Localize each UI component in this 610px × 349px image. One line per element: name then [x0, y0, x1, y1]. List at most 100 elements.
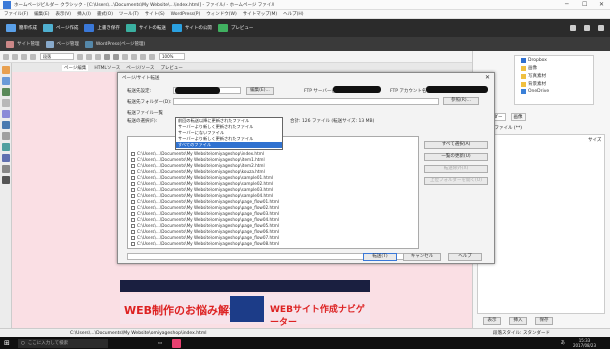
menu-file[interactable]: ファイル(F) [4, 11, 28, 17]
checkbox[interactable] [131, 193, 135, 198]
ime-indicator[interactable]: あ [560, 340, 565, 346]
checkbox[interactable] [131, 235, 135, 240]
page-create-button[interactable]: ページ作成 [43, 24, 78, 32]
paste-icon[interactable] [95, 53, 101, 60]
checkbox[interactable] [131, 151, 135, 156]
list-item[interactable]: C:\Users\...\Documents\My Website\omiyag… [131, 217, 279, 222]
table-icon[interactable] [2, 88, 10, 96]
easy-create-button[interactable]: 簡単作成 [6, 24, 37, 32]
menu-format[interactable]: 書式(O) [97, 11, 113, 17]
select-all-button[interactable]: すべて選択(A) [424, 141, 488, 149]
checkbox[interactable] [131, 223, 135, 228]
open-icon[interactable] [12, 53, 18, 60]
menu-edit[interactable]: 編集(E) [34, 11, 49, 17]
bold-icon[interactable] [104, 53, 110, 60]
tree-item[interactable]: 背景素材 [521, 81, 593, 87]
refresh-list-button[interactable]: 一覧の更新(U) [424, 153, 488, 161]
app-taskbar-icon[interactable] [172, 338, 182, 348]
tree-item[interactable]: OneDrive [521, 89, 593, 94]
menu-sitemap[interactable]: サイトマップ(M) [243, 11, 277, 17]
insert-button[interactable]: 挿入 [509, 317, 527, 325]
checkbox[interactable] [131, 229, 135, 234]
list-item[interactable]: C:\Users\...\Documents\My Website\omiyag… [131, 199, 279, 204]
minimize-button[interactable]: ─ [565, 1, 569, 8]
list-item[interactable]: C:\Users\...\Documents\My Website\omiyag… [131, 157, 265, 162]
style-select[interactable]: 段落 [40, 53, 74, 60]
redo-icon[interactable] [30, 53, 36, 60]
col-size[interactable]: サイズ [588, 137, 601, 143]
save-button[interactable]: 上書き保存 [84, 24, 120, 32]
pin-icon[interactable] [584, 25, 590, 31]
align-right-icon[interactable] [149, 53, 155, 60]
list-item[interactable]: C:\Users\...\Documents\My Website\omiyag… [131, 187, 273, 192]
clock-date[interactable]: 2017/08/23 [573, 343, 596, 348]
filter-dropdown-list[interactable]: 前回の転送以降に更新されたファイル サーバーより新しく更新されたファイル サーバ… [175, 117, 283, 150]
checkbox[interactable] [131, 217, 135, 222]
task-view-icon[interactable]: ▭ [158, 341, 162, 346]
browse-button[interactable]: 参照(R)... [443, 97, 479, 105]
maximize-button[interactable]: ☐ [582, 1, 587, 8]
windows-start-icon[interactable]: ⊞ [4, 339, 10, 347]
tree-item[interactable]: 画像 [521, 65, 593, 71]
checkbox[interactable] [131, 157, 135, 162]
checkbox[interactable] [131, 199, 135, 204]
menu-insert[interactable]: 挿入(I) [77, 11, 91, 17]
form-icon[interactable] [2, 110, 10, 118]
image-icon[interactable] [2, 77, 10, 85]
cut-icon[interactable] [77, 53, 83, 60]
tree-item[interactable]: 写真素材 [521, 73, 593, 79]
expand-icon[interactable] [598, 25, 604, 31]
tab-html-source[interactable]: HTMLソース [94, 65, 120, 71]
copy-icon[interactable] [86, 53, 92, 60]
list-item[interactable]: C:\Users\...\Documents\My Website\omiyag… [131, 223, 279, 228]
list-item[interactable]: C:\Users\...\Documents\My Website\omiyag… [131, 229, 279, 234]
list-item[interactable]: C:\Users\...\Documents\My Website\omiyag… [131, 151, 264, 156]
menu-help[interactable]: ヘルプ(H) [283, 11, 303, 17]
palette-icon[interactable] [2, 66, 10, 74]
clip-icon[interactable] [2, 165, 10, 173]
frame-icon[interactable] [2, 121, 10, 129]
align-left-icon[interactable] [131, 53, 137, 60]
list-item[interactable]: C:\Users\...\Documents\My Website\omiyag… [131, 241, 279, 246]
checkbox[interactable] [131, 169, 135, 174]
taskbar-search[interactable]: ○ ここに入力して検索 [17, 338, 108, 348]
font-color-icon[interactable] [122, 53, 128, 60]
transfer-button[interactable]: 転送(T) [363, 253, 397, 261]
list-item[interactable]: C:\Users\...\Documents\My Website\omiyag… [131, 175, 273, 180]
undo-icon[interactable] [21, 53, 27, 60]
checkbox[interactable] [131, 211, 135, 216]
page-manage-button[interactable]: ページ管理 [45, 40, 79, 48]
save-file-button[interactable]: 保存 [535, 317, 553, 325]
menu-wordpress[interactable]: WordPress(P) [171, 12, 201, 17]
font-size-select[interactable]: 100% [159, 53, 185, 60]
list-item[interactable]: C:\Users\...\Documents\My Website\omiyag… [131, 181, 273, 186]
view-button[interactable]: 表示 [483, 317, 501, 325]
exclude-button[interactable]: 転送除外(X) [424, 165, 488, 173]
list-item[interactable]: C:\Users\...\Documents\My Website\omiyag… [131, 211, 279, 216]
preview-button[interactable]: プレビュー [217, 24, 253, 32]
dialog-close-button[interactable]: ✕ [485, 74, 490, 81]
checkbox[interactable] [131, 181, 135, 186]
list-item[interactable]: C:\Users\...\Documents\My Website\omiyag… [131, 163, 265, 168]
menu-window[interactable]: ウィンドウ(W) [206, 11, 236, 17]
tab-page-source[interactable]: ページ/ソース [126, 65, 154, 71]
checkbox[interactable] [131, 175, 135, 180]
checkbox[interactable] [131, 205, 135, 210]
menu-site[interactable]: サイト(S) [145, 11, 165, 17]
tab-preview[interactable]: プレビュー [160, 65, 183, 71]
align-center-icon[interactable] [140, 53, 146, 60]
tree-item[interactable]: Dropbox [521, 58, 593, 63]
checkbox[interactable] [131, 187, 135, 192]
file-list[interactable]: 名前 サイズ [477, 134, 605, 314]
list-icon[interactable] [2, 176, 10, 184]
link-icon[interactable] [2, 99, 10, 107]
list-item[interactable]: C:\Users\...\Documents\My Website\omiyag… [131, 169, 265, 174]
menu-view[interactable]: 表示(V) [55, 11, 71, 17]
list-item[interactable]: C:\Users\...\Documents\My Website\omiyag… [131, 235, 279, 240]
site-publish-button[interactable]: サイトの公開 [171, 24, 212, 32]
parts-icon[interactable] [2, 143, 10, 151]
layer-icon[interactable] [2, 132, 10, 140]
tab-image[interactable]: 画像 [510, 112, 526, 121]
dropdown-option-selected[interactable]: すべてのファイル [176, 142, 282, 148]
list-item[interactable]: C:\Users\...\Documents\My Website\omiyag… [131, 205, 279, 210]
